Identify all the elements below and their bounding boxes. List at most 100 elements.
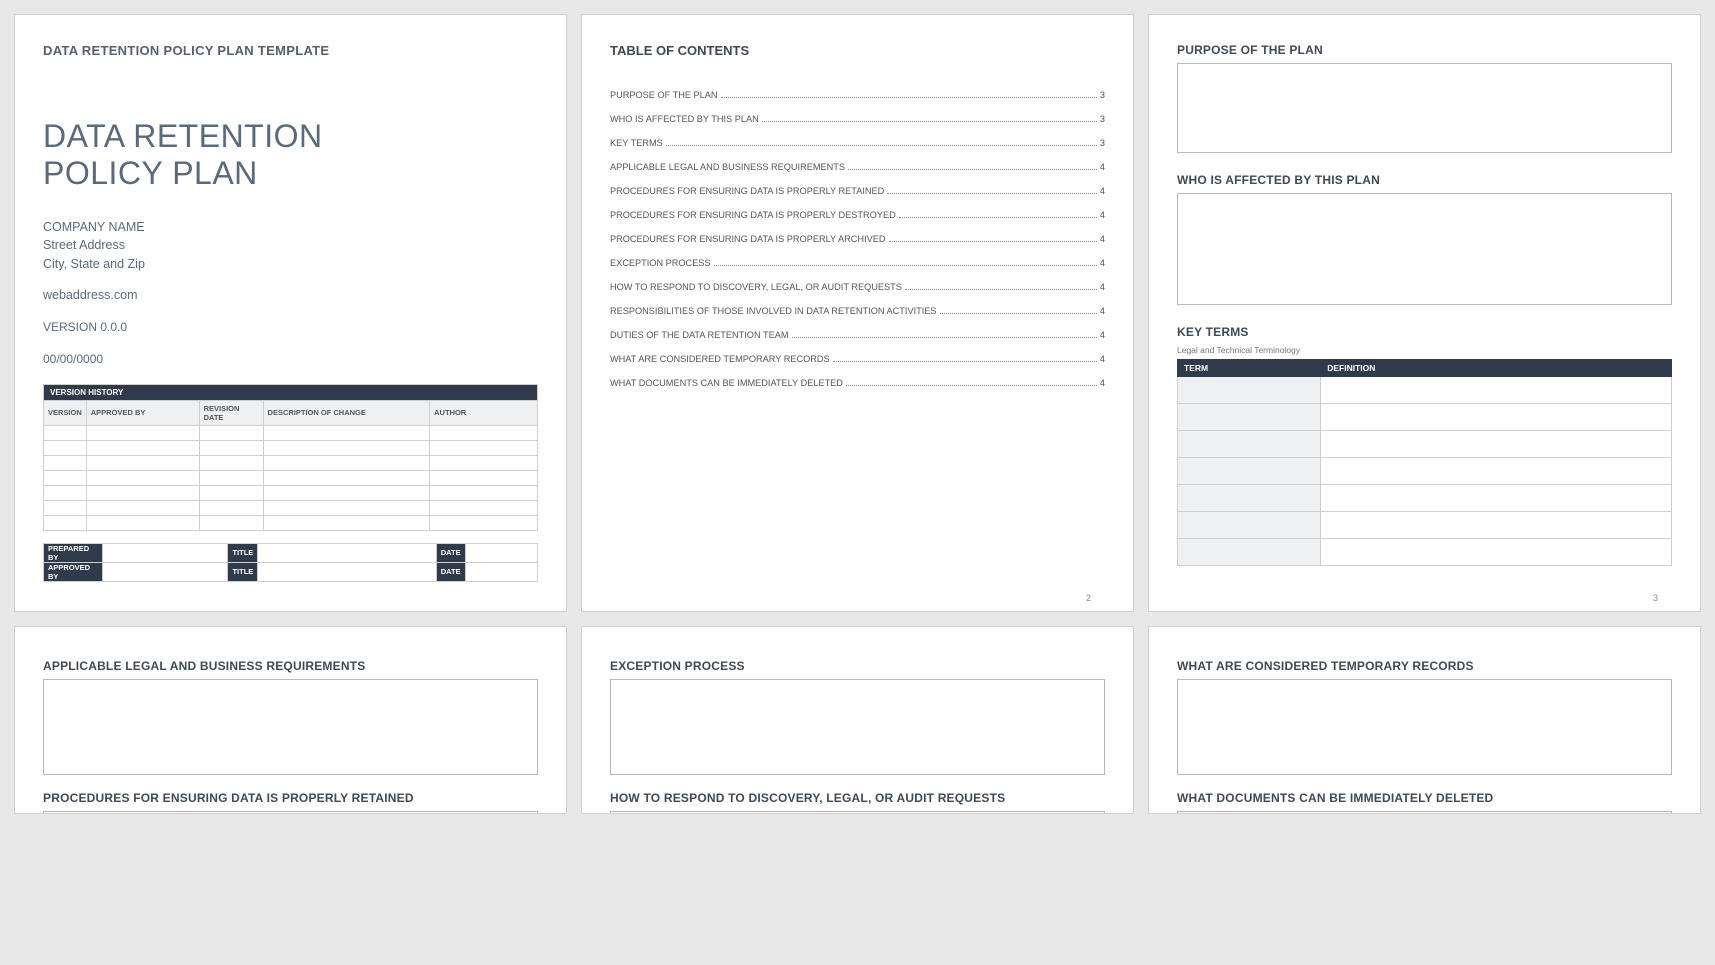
street-address: Street Address bbox=[43, 236, 538, 255]
section-keyterms: KEY TERMS bbox=[1177, 325, 1672, 339]
prepared-by-value bbox=[103, 543, 228, 562]
purpose-box bbox=[1177, 63, 1672, 153]
signoff-table: PREPARED BY TITLE DATE APPROVED BY TITLE… bbox=[43, 543, 538, 582]
keyterms-subtitle: Legal and Technical Terminology bbox=[1177, 345, 1672, 355]
company-block: COMPANY NAME Street Address City, State … bbox=[43, 218, 538, 274]
template-header: DATA RETENTION POLICY PLAN TEMPLATE bbox=[43, 43, 538, 58]
section-purpose: PURPOSE OF THE PLAN bbox=[1177, 43, 1672, 57]
toc-label: WHO IS AFFECTED BY THIS PLAN bbox=[610, 114, 759, 124]
toc-page: 4 bbox=[1100, 330, 1105, 340]
kt-col-def: DEFINITION bbox=[1321, 360, 1672, 377]
retained-box bbox=[43, 811, 538, 814]
date-label-1: DATE bbox=[436, 543, 465, 562]
toc-dots bbox=[833, 361, 1097, 362]
vh-col-author: AUTHOR bbox=[430, 400, 538, 425]
section-deleted: WHAT DOCUMENTS CAN BE IMMEDIATELY DELETE… bbox=[1177, 791, 1672, 805]
toc-page: 4 bbox=[1100, 378, 1105, 388]
version-text: VERSION 0.0.0 bbox=[43, 320, 538, 334]
toc-dots bbox=[905, 289, 1097, 290]
exception-box bbox=[610, 679, 1105, 775]
toc-row: PROCEDURES FOR ENSURING DATA IS PROPERLY… bbox=[610, 210, 1105, 220]
page-1: DATA RETENTION POLICY PLAN TEMPLATE DATA… bbox=[14, 14, 567, 612]
page-number-2: 2 bbox=[1086, 593, 1091, 603]
toc-page: 4 bbox=[1100, 162, 1105, 172]
toc-page: 3 bbox=[1100, 138, 1105, 148]
toc-row: HOW TO RESPOND TO DISCOVERY, LEGAL, OR A… bbox=[610, 282, 1105, 292]
keyterms-table: TERM DEFINITION bbox=[1177, 359, 1672, 566]
toc-label: DUTIES OF THE DATA RETENTION TEAM bbox=[610, 330, 789, 340]
toc-label: HOW TO RESPOND TO DISCOVERY, LEGAL, OR A… bbox=[610, 282, 902, 292]
toc-label: PROCEDURES FOR ENSURING DATA IS PROPERLY… bbox=[610, 210, 896, 220]
kt-row bbox=[1178, 377, 1672, 404]
toc-page: 3 bbox=[1100, 90, 1105, 100]
page-3: PURPOSE OF THE PLAN WHO IS AFFECTED BY T… bbox=[1148, 14, 1701, 612]
kt-row bbox=[1178, 404, 1672, 431]
title-value-2 bbox=[258, 562, 436, 581]
toc-dots bbox=[714, 265, 1097, 266]
vh-col-desc: DESCRIPTION OF CHANGE bbox=[263, 400, 430, 425]
toc-page: 4 bbox=[1100, 210, 1105, 220]
toc-title: TABLE OF CONTENTS bbox=[610, 43, 1105, 58]
date-text: 00/00/0000 bbox=[43, 352, 538, 366]
toc-label: APPLICABLE LEGAL AND BUSINESS REQUIREMEN… bbox=[610, 162, 845, 172]
toc-label: PROCEDURES FOR ENSURING DATA IS PROPERLY… bbox=[610, 234, 886, 244]
toc-dots bbox=[792, 337, 1097, 338]
kt-row bbox=[1178, 512, 1672, 539]
vh-col-approved: APPROVED BY bbox=[86, 400, 199, 425]
toc-page: 4 bbox=[1100, 354, 1105, 364]
discovery-box bbox=[610, 811, 1105, 814]
date-value-2 bbox=[465, 562, 537, 581]
main-title: DATA RETENTION POLICY PLAN bbox=[43, 118, 538, 192]
kt-row bbox=[1178, 539, 1672, 566]
toc-page: 4 bbox=[1100, 306, 1105, 316]
toc-label: WHAT ARE CONSIDERED TEMPORARY RECORDS bbox=[610, 354, 830, 364]
toc-row: DUTIES OF THE DATA RETENTION TEAM 4 bbox=[610, 330, 1105, 340]
toc-row: APPLICABLE LEGAL AND BUSINESS REQUIREMEN… bbox=[610, 162, 1105, 172]
title-line-1: DATA RETENTION bbox=[43, 118, 323, 154]
toc-row: PROCEDURES FOR ENSURING DATA IS PROPERLY… bbox=[610, 186, 1105, 196]
toc-label: KEY TERMS bbox=[610, 138, 663, 148]
toc-page: 4 bbox=[1100, 282, 1105, 292]
page-4: APPLICABLE LEGAL AND BUSINESS REQUIREMEN… bbox=[14, 626, 567, 814]
vh-col-version: VERSION bbox=[44, 400, 87, 425]
toc-row: PURPOSE OF THE PLAN3 bbox=[610, 90, 1105, 100]
date-label-2: DATE bbox=[436, 562, 465, 581]
toc-dots bbox=[899, 217, 1097, 218]
toc-row: RESPONSIBILITIES OF THOSE INVOLVED IN DA… bbox=[610, 306, 1105, 316]
section-legal: APPLICABLE LEGAL AND BUSINESS REQUIREMEN… bbox=[43, 659, 538, 673]
version-history-table: VERSION HISTORY VERSION APPROVED BY REVI… bbox=[43, 384, 538, 531]
vh-col-revision: REVISION DATE bbox=[199, 400, 263, 425]
toc-label: WHAT DOCUMENTS CAN BE IMMEDIATELY DELETE… bbox=[610, 378, 843, 388]
toc-label: EXCEPTION PROCESS bbox=[610, 258, 711, 268]
toc-dots bbox=[848, 169, 1097, 170]
toc-label: PROCEDURES FOR ENSURING DATA IS PROPERLY… bbox=[610, 186, 884, 196]
vh-row bbox=[44, 470, 538, 485]
toc-dots bbox=[887, 193, 1097, 194]
section-affected: WHO IS AFFECTED BY THIS PLAN bbox=[1177, 173, 1672, 187]
section-exception: EXCEPTION PROCESS bbox=[610, 659, 1105, 673]
deleted-box bbox=[1177, 811, 1672, 814]
toc-label: RESPONSIBILITIES OF THOSE INVOLVED IN DA… bbox=[610, 306, 937, 316]
vh-banner: VERSION HISTORY bbox=[44, 384, 538, 400]
page-number-3: 3 bbox=[1653, 593, 1658, 603]
toc-row: WHAT DOCUMENTS CAN BE IMMEDIATELY DELETE… bbox=[610, 378, 1105, 388]
temporary-box bbox=[1177, 679, 1672, 775]
approved-by-label: APPROVED BY bbox=[44, 562, 103, 581]
toc-row: PROCEDURES FOR ENSURING DATA IS PROPERLY… bbox=[610, 234, 1105, 244]
vh-row bbox=[44, 500, 538, 515]
vh-row bbox=[44, 440, 538, 455]
affected-box bbox=[1177, 193, 1672, 305]
vh-row bbox=[44, 425, 538, 440]
title-label-1: TITLE bbox=[228, 543, 258, 562]
section-temporary: WHAT ARE CONSIDERED TEMPORARY RECORDS bbox=[1177, 659, 1672, 673]
kt-row bbox=[1178, 458, 1672, 485]
toc-page: 3 bbox=[1100, 114, 1105, 124]
vh-row bbox=[44, 515, 538, 530]
vh-row bbox=[44, 485, 538, 500]
toc-dots bbox=[721, 97, 1097, 98]
title-label-2: TITLE bbox=[228, 562, 258, 581]
section-retained: PROCEDURES FOR ENSURING DATA IS PROPERLY… bbox=[43, 791, 538, 805]
web-address: webaddress.com bbox=[43, 288, 538, 302]
toc-row: EXCEPTION PROCESS4 bbox=[610, 258, 1105, 268]
prepared-by-label: PREPARED BY bbox=[44, 543, 103, 562]
